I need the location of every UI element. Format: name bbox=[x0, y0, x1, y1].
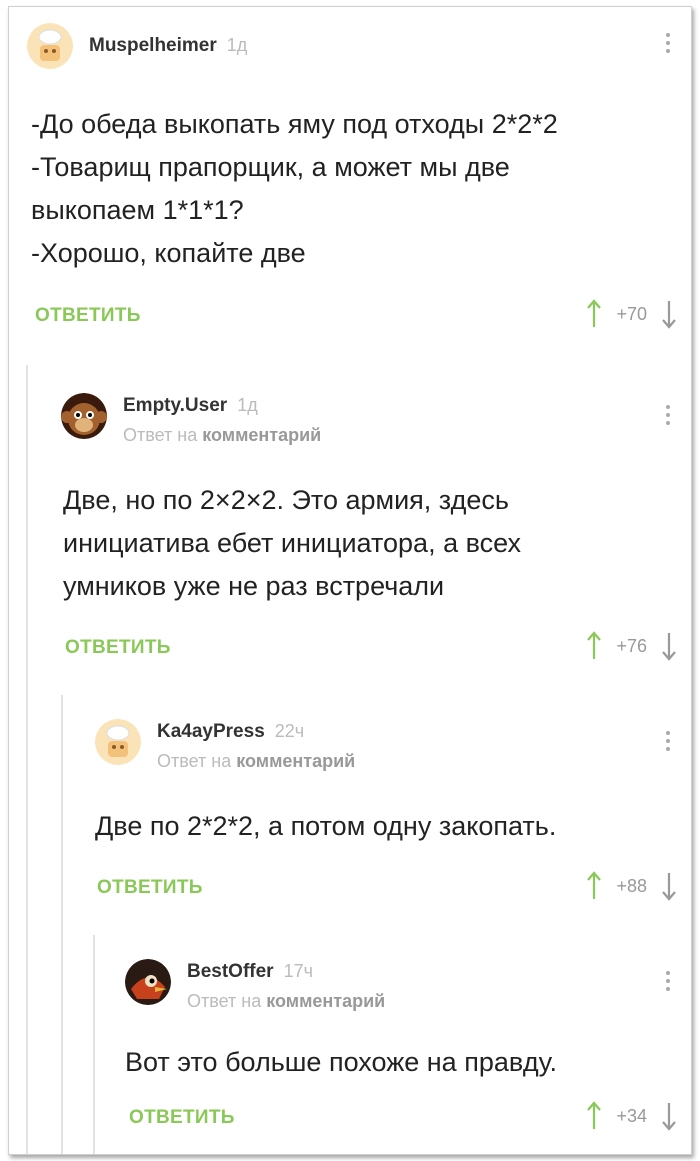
comment: BestOffer 17ч Ответ на комментарий Вот э… bbox=[9, 935, 691, 1154]
thread-line[interactable] bbox=[93, 935, 95, 1154]
more-vertical-icon[interactable] bbox=[665, 405, 671, 429]
comment: Ka4ayPress 22ч Ответ на комментарий Две … bbox=[9, 695, 691, 1154]
upvote-arrow-icon[interactable] bbox=[586, 871, 602, 901]
avatar[interactable] bbox=[61, 393, 107, 439]
reply-to-info: Ответ на комментарий bbox=[157, 751, 356, 771]
comment-header: BestOffer 17ч Ответ на комментарий bbox=[125, 959, 385, 1012]
downvote-arrow-icon[interactable] bbox=[661, 299, 677, 329]
upvote-arrow-icon[interactable] bbox=[586, 1101, 602, 1131]
reply-to-link[interactable]: комментарий bbox=[266, 991, 385, 1011]
downvote-arrow-icon[interactable] bbox=[661, 631, 677, 661]
reply-to-info: Ответ на комментарий bbox=[187, 991, 386, 1011]
vote-block: +70 bbox=[586, 299, 677, 329]
comment-time: 22ч bbox=[274, 721, 305, 741]
author-name[interactable]: Ka4ayPress bbox=[157, 721, 265, 743]
downvote-arrow-icon[interactable] bbox=[661, 1101, 677, 1131]
vote-block: +34 bbox=[586, 1101, 677, 1131]
reply-to-info: Ответ на комментарий bbox=[123, 425, 322, 445]
comment-text: Вот это больше похоже на правду. bbox=[125, 1047, 557, 1077]
reply-button[interactable]: ОТВЕТИТЬ bbox=[129, 1107, 235, 1129]
comment-header: Ka4ayPress 22ч Ответ на комментарий bbox=[95, 719, 355, 772]
comment-text: Две по 2*2*2, а потом одну закопать. bbox=[95, 811, 557, 841]
comment-text: Две, но по 2×2×2. Это армия, здесь иници… bbox=[63, 485, 522, 601]
author-name[interactable]: BestOffer bbox=[187, 961, 274, 983]
avatar[interactable] bbox=[95, 719, 141, 765]
reply-button[interactable]: ОТВЕТИТЬ bbox=[35, 305, 141, 327]
comment: Muspelheimer 1д -До обеда выкопать яму п… bbox=[9, 7, 691, 357]
comment-time: 17ч bbox=[283, 961, 313, 981]
reply-to-link[interactable]: комментарий bbox=[236, 751, 355, 771]
author-name[interactable]: Muspelheimer bbox=[89, 35, 217, 57]
author-name[interactable]: Empty.User bbox=[123, 395, 227, 417]
comment-text: -До обеда выкопать яму под отходы 2*2*2 … bbox=[31, 109, 558, 268]
comment-time: 1д bbox=[237, 395, 258, 415]
upvote-arrow-icon[interactable] bbox=[586, 299, 602, 329]
comment-time: 1д bbox=[226, 35, 248, 55]
reply-to-link[interactable]: комментарий bbox=[202, 425, 321, 445]
more-vertical-icon[interactable] bbox=[665, 971, 671, 995]
avatar[interactable] bbox=[125, 959, 171, 1005]
vote-block: +88 bbox=[586, 871, 677, 901]
downvote-arrow-icon[interactable] bbox=[661, 871, 677, 901]
avatar[interactable] bbox=[27, 23, 73, 69]
comments-thread: Muspelheimer 1д -До обеда выкопать яму п… bbox=[8, 6, 692, 1155]
comment: Empty.User 1д Ответ на комментарий Две, … bbox=[9, 365, 691, 1154]
score: +34 bbox=[616, 1105, 647, 1126]
score: +70 bbox=[616, 303, 647, 324]
score: +76 bbox=[616, 635, 647, 656]
reply-button[interactable]: ОТВЕТИТЬ bbox=[65, 637, 171, 659]
vote-block: +76 bbox=[586, 631, 677, 661]
comment-header: Muspelheimer 1д bbox=[27, 23, 247, 69]
score: +88 bbox=[616, 875, 647, 896]
more-vertical-icon[interactable] bbox=[665, 33, 671, 57]
upvote-arrow-icon[interactable] bbox=[586, 631, 602, 661]
comment-header: Empty.User 1д Ответ на комментарий bbox=[61, 393, 321, 446]
more-vertical-icon[interactable] bbox=[665, 731, 671, 755]
reply-button[interactable]: ОТВЕТИТЬ bbox=[97, 877, 203, 899]
